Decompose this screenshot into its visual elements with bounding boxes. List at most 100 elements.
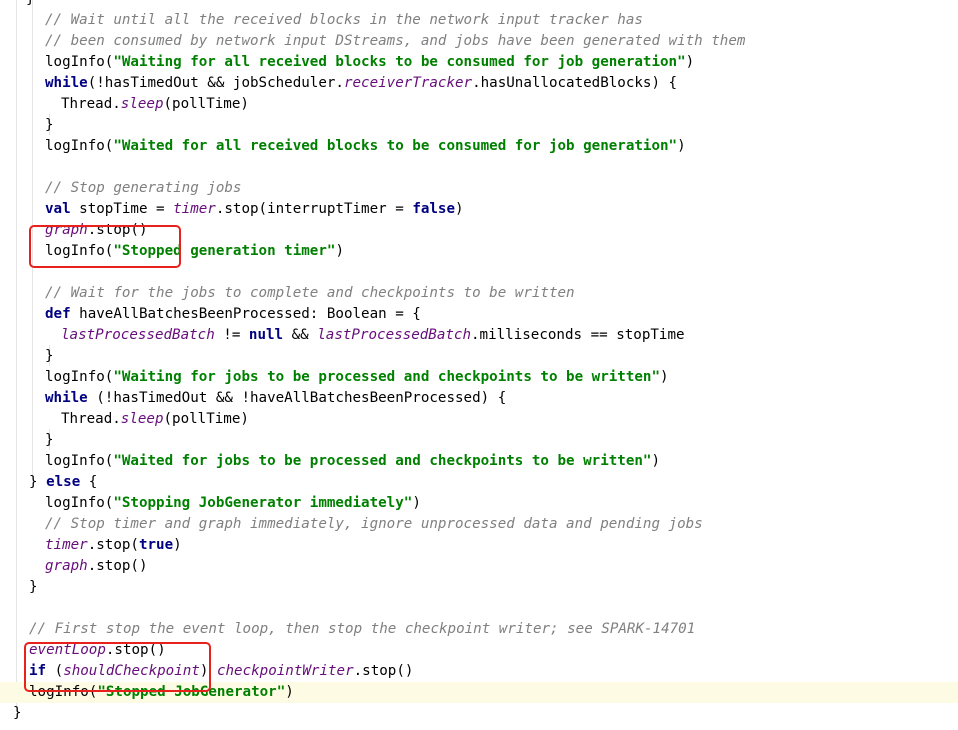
code-line-content: } xyxy=(45,430,54,451)
code-token-field: lastProcessedBatch xyxy=(317,327,472,343)
code-token-plain: ) xyxy=(335,243,344,259)
code-line-content: // been consumed by network input DStrea… xyxy=(45,31,745,52)
code-line[interactable]: } xyxy=(0,0,958,10)
code-token-comment: // Stop timer and graph immediately, ign… xyxy=(45,516,703,532)
code-line[interactable]: timer.stop(true) xyxy=(0,535,958,556)
code-token-plain: (pollTime) xyxy=(163,411,249,427)
code-token-plain: .milliseconds == stopTime xyxy=(471,327,685,343)
code-token-plain: } xyxy=(45,348,54,364)
code-line[interactable]: } xyxy=(0,430,958,451)
code-line-content: // First stop the event loop, then stop … xyxy=(29,619,695,640)
code-token-comment: // First stop the event loop, then stop … xyxy=(29,621,696,637)
code-token-field: receiverTracker xyxy=(343,75,473,91)
code-line-content: } xyxy=(45,115,54,136)
code-token-plain: (!hasTimedOut && jobScheduler. xyxy=(87,75,344,91)
code-line[interactable]: lastProcessedBatch != null && lastProces… xyxy=(0,325,958,346)
code-token-keyword: while xyxy=(45,75,88,91)
code-token-plain: } xyxy=(13,705,22,721)
code-token-field: graph xyxy=(45,558,88,574)
code-token-plain: ) xyxy=(173,537,182,553)
code-line[interactable]: logInfo("Waiting for jobs to be processe… xyxy=(0,367,958,388)
code-line[interactable]: logInfo("Waited for all received blocks … xyxy=(0,136,958,157)
code-token-plain: (pollTime) xyxy=(163,96,249,112)
code-line-content: } xyxy=(13,703,22,724)
code-line-content: // Wait until all the received blocks in… xyxy=(45,10,643,31)
code-token-field: sleep xyxy=(120,411,164,427)
code-token-plain: ) xyxy=(412,495,421,511)
code-token-plain: logInfo( xyxy=(45,453,114,469)
code-line-content: val stopTime = timer.stop(interruptTimer… xyxy=(45,199,464,220)
code-line[interactable]: } xyxy=(0,703,958,724)
code-line[interactable]: while(!hasTimedOut && jobScheduler.recei… xyxy=(0,73,958,94)
code-token-plain: stopTime = xyxy=(70,201,174,217)
code-line-content: logInfo("Waited for all received blocks … xyxy=(45,136,686,157)
code-token-keyword: else xyxy=(46,474,81,490)
code-line[interactable]: graph.stop() xyxy=(0,556,958,577)
code-line-content: Thread.sleep(pollTime) xyxy=(61,409,249,430)
code-token-plain: { xyxy=(80,474,98,490)
code-token-keyword: true xyxy=(138,537,174,553)
code-line[interactable]: val stopTime = timer.stop(interruptTimer… xyxy=(0,199,958,220)
code-token-plain: ) xyxy=(677,138,686,154)
code-token-keyword: null xyxy=(248,327,284,343)
code-token-plain: != xyxy=(214,327,249,343)
code-line[interactable]: logInfo("Stopping JobGenerator immediate… xyxy=(0,493,958,514)
code-line[interactable]: def haveAllBatchesBeenProcessed: Boolean… xyxy=(0,304,958,325)
code-editor[interactable]: } // Wait until all the received blocks i… xyxy=(0,0,958,730)
code-token-comment: // Wait for the jobs to complete and che… xyxy=(45,285,575,301)
code-line-content: // Wait for the jobs to complete and che… xyxy=(45,283,575,304)
code-token-plain: ) xyxy=(651,453,661,469)
code-line-content: def haveAllBatchesBeenProcessed: Boolean… xyxy=(45,304,421,325)
code-line[interactable]: } xyxy=(0,577,958,598)
code-line-content: } xyxy=(29,577,38,598)
code-line[interactable]: logInfo("Waited for jobs to be processed… xyxy=(0,451,958,472)
code-line[interactable]: while (!hasTimedOut && !haveAllBatchesBe… xyxy=(0,388,958,409)
code-line-content: // Stop timer and graph immediately, ign… xyxy=(45,514,703,535)
code-token-comment: // been consumed by network input DStrea… xyxy=(45,33,746,49)
code-token-string: "Waited for jobs to be processed and che… xyxy=(113,453,652,469)
code-token-comment: // Wait until all the received blocks in… xyxy=(45,12,643,28)
code-line[interactable]: // Wait for the jobs to complete and che… xyxy=(0,283,958,304)
code-line[interactable]: // First stop the event loop, then stop … xyxy=(0,619,958,640)
code-line[interactable] xyxy=(0,598,958,619)
code-token-plain: ) xyxy=(685,54,695,70)
code-token-plain: haveAllBatchesBeenProcessed: Boolean = { xyxy=(70,306,421,322)
code-token-plain: .stop() xyxy=(353,663,414,679)
code-line-content: lastProcessedBatch != null && lastProces… xyxy=(61,325,685,346)
code-line-content: // Stop generating jobs xyxy=(45,178,241,199)
code-line-content: logInfo("Waited for jobs to be processed… xyxy=(45,451,660,472)
code-line-content: while (!hasTimedOut && !haveAllBatchesBe… xyxy=(45,388,506,409)
code-token-plain: .stop( xyxy=(87,537,139,553)
code-line[interactable]: logInfo("Waiting for all received blocks… xyxy=(0,52,958,73)
code-line-content: logInfo("Stopping JobGenerator immediate… xyxy=(45,493,421,514)
highlight-box-graph-stop xyxy=(29,225,181,268)
code-line[interactable]: // been consumed by network input DStrea… xyxy=(0,31,958,52)
code-token-plain: .hasUnallocatedBlocks) { xyxy=(472,75,678,91)
code-line[interactable]: Thread.sleep(pollTime) xyxy=(0,94,958,115)
highlight-box-eventloop-stop xyxy=(24,642,211,692)
code-token-keyword: val xyxy=(45,201,71,217)
code-token-plain: ) xyxy=(285,684,294,700)
code-token-keyword: while xyxy=(45,390,88,406)
code-token-field: timer xyxy=(173,201,216,217)
code-token-plain: logInfo( xyxy=(45,54,114,70)
code-token-field: timer xyxy=(45,537,88,553)
code-line[interactable]: } else { xyxy=(0,472,958,493)
code-token-string: "Stopping JobGenerator immediately" xyxy=(113,495,413,511)
code-token-keyword: def xyxy=(45,306,71,322)
code-line-content: graph.stop() xyxy=(45,556,148,577)
code-line[interactable]: Thread.sleep(pollTime) xyxy=(0,409,958,430)
code-token-plain: ) xyxy=(660,369,669,385)
code-line-content: } xyxy=(26,0,35,10)
code-line[interactable]: } xyxy=(0,346,958,367)
code-line[interactable]: } xyxy=(0,115,958,136)
code-line[interactable] xyxy=(0,157,958,178)
code-token-string: "Waiting for all received blocks to be c… xyxy=(113,54,686,70)
code-line[interactable]: // Wait until all the received blocks in… xyxy=(0,10,958,31)
code-token-plain: Thread. xyxy=(61,411,121,427)
code-token-plain: (!hasTimedOut && !haveAllBatchesBeenProc… xyxy=(87,390,507,406)
code-line[interactable]: // Stop generating jobs xyxy=(0,178,958,199)
code-token-plain: } xyxy=(29,579,38,595)
code-line[interactable]: // Stop timer and graph immediately, ign… xyxy=(0,514,958,535)
code-token-field: checkpointWriter xyxy=(216,663,354,679)
